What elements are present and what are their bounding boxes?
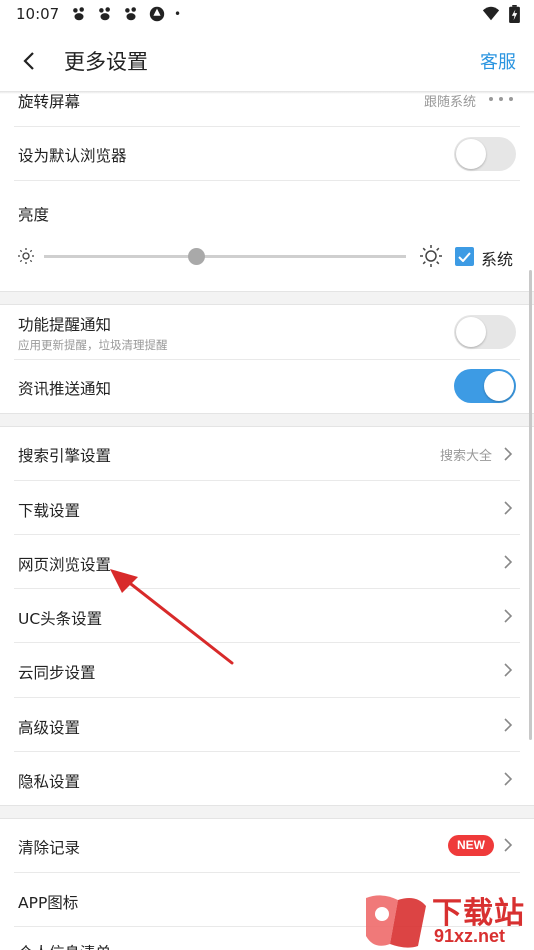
row-rotate-screen[interactable]: 旋转屏幕 跟随系统 bbox=[0, 86, 534, 126]
paw-icon bbox=[99, 7, 110, 21]
row-label: 个人信息清单 bbox=[18, 941, 111, 950]
row-label: 下载设置 bbox=[18, 502, 81, 520]
chevron-right-icon bbox=[504, 718, 513, 732]
header: 更多设置 客服 bbox=[0, 28, 534, 92]
customer-service-button[interactable]: 客服 bbox=[480, 48, 516, 74]
chevron-right-icon bbox=[504, 838, 513, 852]
news-push-toggle[interactable] bbox=[454, 369, 516, 403]
row-download-settings[interactable]: 下载设置 bbox=[0, 481, 534, 534]
more-icon bbox=[489, 97, 513, 101]
brightness-slider-thumb[interactable] bbox=[188, 248, 206, 265]
row-privacy-settings[interactable]: 隐私设置 bbox=[0, 752, 534, 805]
row-brightness: 亮度 bbox=[0, 181, 534, 291]
section-gap bbox=[0, 805, 534, 819]
row-default-browser[interactable]: 设为默认浏览器 bbox=[0, 127, 534, 180]
system-icons bbox=[481, 5, 520, 23]
status-time: 10:07 bbox=[16, 5, 60, 23]
row-label: 隐私设置 bbox=[18, 773, 81, 791]
row-label: APP图标 bbox=[18, 894, 79, 912]
row-feature-notification[interactable]: 功能提醒通知 应用更新提醒，垃圾清理提醒 bbox=[0, 305, 534, 359]
page-title: 更多设置 bbox=[64, 50, 148, 74]
wifi-icon bbox=[482, 6, 500, 21]
notification-icons: • bbox=[70, 5, 181, 23]
row-label: UC头条设置 bbox=[18, 610, 103, 628]
row-uc-headline-settings[interactable]: UC头条设置 bbox=[0, 589, 534, 642]
paw-icon bbox=[125, 7, 136, 21]
status-dot: • bbox=[174, 7, 182, 21]
row-search-engine[interactable]: 搜索引擎设置 搜索大全 bbox=[0, 427, 534, 480]
chevron-right-icon bbox=[504, 663, 513, 677]
chevron-right-icon bbox=[504, 555, 513, 569]
paw-icon bbox=[73, 7, 84, 21]
system-brightness-checkbox[interactable] bbox=[455, 247, 474, 266]
toggle-knob bbox=[456, 317, 486, 347]
chevron-right-icon bbox=[504, 501, 513, 515]
chevron-right-icon bbox=[504, 447, 513, 461]
toggle-knob bbox=[484, 371, 514, 401]
scrollbar[interactable] bbox=[529, 270, 532, 740]
row-label: 搜索引擎设置 bbox=[18, 447, 112, 465]
row-value: 跟随系统 bbox=[423, 95, 476, 110]
row-advanced-settings[interactable]: 高级设置 bbox=[0, 698, 534, 751]
row-label: 旋转屏幕 bbox=[18, 93, 81, 111]
check-icon bbox=[458, 251, 471, 262]
row-sublabel: 应用更新提醒，垃圾清理提醒 bbox=[18, 338, 168, 352]
row-label: 设为默认浏览器 bbox=[18, 147, 127, 165]
row-label: 高级设置 bbox=[18, 719, 81, 737]
system-brightness-label: 系统 bbox=[481, 250, 514, 269]
section-gap bbox=[0, 413, 534, 427]
row-label: 网页浏览设置 bbox=[18, 556, 112, 574]
row-label: 亮度 bbox=[18, 206, 50, 224]
toggle-knob bbox=[456, 139, 486, 169]
row-cloud-sync-settings[interactable]: 云同步设置 bbox=[0, 643, 534, 697]
section-gap bbox=[0, 291, 534, 305]
row-value: 搜索大全 bbox=[439, 449, 492, 464]
row-news-push[interactable]: 资讯推送通知 bbox=[0, 360, 534, 413]
row-label: 功能提醒通知 bbox=[18, 316, 112, 334]
watermark-logo: 下载站 91xz.net bbox=[362, 888, 534, 950]
brightness-slider-track[interactable] bbox=[44, 255, 406, 258]
aperture-icon bbox=[149, 6, 165, 22]
chevron-right-icon bbox=[504, 609, 513, 623]
new-badge: NEW bbox=[448, 835, 494, 856]
back-button[interactable] bbox=[14, 46, 44, 76]
row-label: 云同步设置 bbox=[18, 664, 96, 682]
watermark-url: 91xz.net bbox=[434, 926, 506, 946]
row-label: 资讯推送通知 bbox=[18, 380, 112, 398]
annotation-arrow bbox=[110, 569, 234, 665]
row-label: 清除记录 bbox=[18, 839, 81, 857]
battery-icon bbox=[509, 5, 520, 23]
chevron-right-icon bbox=[504, 772, 513, 786]
feature-notification-toggle[interactable] bbox=[454, 315, 516, 349]
default-browser-toggle[interactable] bbox=[454, 137, 516, 171]
site-logo-icon bbox=[366, 895, 426, 948]
sun-large-icon bbox=[420, 245, 442, 267]
row-web-browse-settings[interactable]: 网页浏览设置 bbox=[0, 535, 534, 588]
status-bar: 10:07 • bbox=[0, 0, 534, 28]
chevron-left-icon bbox=[23, 52, 34, 70]
sun-small-icon bbox=[18, 248, 34, 264]
